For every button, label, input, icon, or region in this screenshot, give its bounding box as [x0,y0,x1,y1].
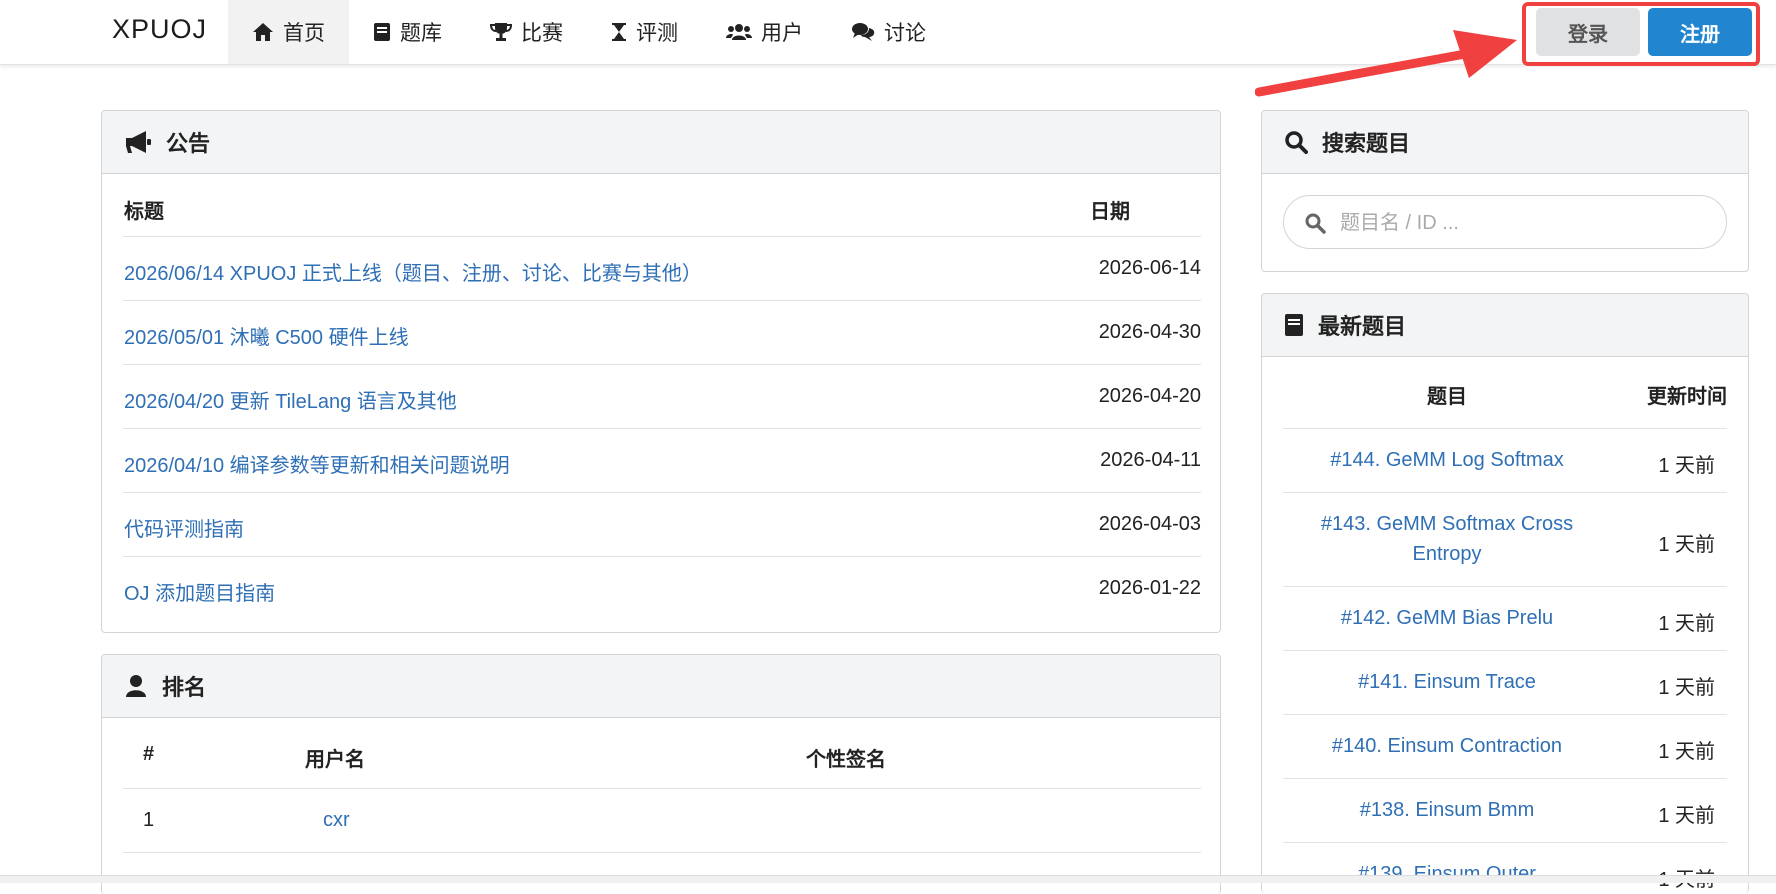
trophy-icon [490,23,512,41]
announcement-link[interactable]: 2026/04/10 编译参数等更新和相关问题说明 [124,449,510,478]
latest-problems-header: 最新题目 [1262,294,1748,357]
col-title-header: 标题 [124,201,164,223]
nav-contests-label: 比赛 [521,22,563,45]
problem-update-time: 1 天前 [1658,534,1715,556]
problem-link[interactable]: #140. Einsum Contraction [1283,735,1611,758]
nav-contests[interactable]: 比赛 [466,0,587,64]
search-input[interactable] [1338,208,1712,238]
latest-problems-panel: 最新题目 题目 更新时间 #144. GeMM Log Softmax 1 天前… [1261,293,1749,893]
announcement-date: 2026-06-14 [1098,257,1201,279]
table-row: #139. Einsum Outer 1 天前 [1283,843,1727,893]
rank-number: 1 [143,809,155,831]
book-icon [374,23,390,41]
hourglass-icon [612,23,626,41]
nav-submissions[interactable]: 评测 [587,0,702,64]
latest-problems-table: 题目 更新时间 #144. GeMM Log Softmax 1 天前 #143… [1283,356,1727,893]
nav-home[interactable]: 首页 [228,0,349,64]
search-input-icon [1305,213,1326,234]
table-row: 2026/06/14 XPUOJ 正式上线（题目、注册、讨论、比赛与其他） 20… [123,237,1201,301]
search-panel: 搜索题目 [1261,110,1749,272]
announcement-link[interactable]: 2026/06/14 XPUOJ 正式上线（题目、注册、讨论、比赛与其他） [124,257,702,286]
annotation-arrow-icon [1255,30,1517,97]
table-row: 1 cxr [123,789,1201,853]
problem-update-time: 1 天前 [1658,741,1715,763]
ranking-table: # 用户名 个性签名 1 cxr [123,717,1201,894]
bullhorn-icon [126,131,151,153]
announcement-table: 标题 日期 2026/06/14 XPUOJ 正式上线（题目、注册、讨论、比赛与… [123,173,1201,632]
table-row: #138. Einsum Bmm 1 天前 [1283,779,1727,843]
book-icon [1285,314,1303,336]
search-field[interactable] [1283,195,1727,249]
announcement-title: 公告 [166,131,211,156]
nav-problems-label: 题库 [400,22,442,45]
announcement-date: 2026-04-30 [1098,321,1201,343]
ranking-username-link[interactable]: cxr [323,809,350,832]
announcement-panel: 公告 标题 日期 2026/06/14 XPUOJ 正式上线（题目、注册、讨论、… [101,110,1221,633]
problem-update-time: 1 天前 [1658,805,1715,827]
col-problem-header: 题目 [1427,386,1467,408]
nav-users[interactable]: 用户 [702,0,827,64]
announcement-link[interactable]: 2026/05/01 沐曦 C500 硬件上线 [124,321,409,350]
announcement-header: 公告 [102,111,1220,174]
table-header-row: 标题 日期 [123,173,1201,237]
search-title: 搜索题目 [1322,131,1411,156]
col-user-header: 用户名 [305,749,365,771]
nav-discussion[interactable]: 讨论 [827,0,950,64]
col-rank-header: # [143,743,155,765]
latest-problems-title: 最新题目 [1318,314,1407,339]
main-menu: 首页 题库 比赛 评测 用户 讨论 [228,0,950,64]
comments-icon [852,23,875,41]
col-date-header: 日期 [1090,201,1130,223]
problem-link[interactable]: #142. GeMM Bias Prelu [1283,607,1611,630]
table-header-row: # 用户名 个性签名 [123,717,1201,789]
announcement-date: 2026-04-03 [1098,513,1201,535]
announcement-date: 2026-04-20 [1098,385,1201,407]
ranking-header: 排名 [102,655,1220,718]
table-row: #141. Einsum Trace 1 天前 [1283,651,1727,715]
table-row: OJ 添加题目指南 2026-01-22 [123,557,1201,621]
problem-link[interactable]: #141. Einsum Trace [1283,671,1611,694]
search-header: 搜索题目 [1262,111,1748,174]
table-row: 代码评测指南 2026-04-03 [123,493,1201,557]
announcement-date: 2026-01-22 [1098,577,1201,599]
problem-update-time: 1 天前 [1658,677,1715,699]
problem-link[interactable]: #143. GeMM Softmax Cross Entropy [1307,509,1587,569]
table-row: #143. GeMM Softmax Cross Entropy 1 天前 [1283,493,1727,587]
problem-update-time: 1 天前 [1658,613,1715,635]
home-icon [253,23,273,41]
announcement-date: 2026-04-11 [1100,449,1201,471]
ranking-title: 排名 [162,675,207,700]
problem-update-time: 1 天前 [1658,455,1715,477]
col-sign-header: 个性签名 [806,749,886,771]
problem-link[interactable]: #144. GeMM Log Softmax [1283,449,1611,472]
search-icon [1285,131,1308,154]
user-icon [126,675,146,697]
table-row: #142. GeMM Bias Prelu 1 天前 [1283,587,1727,651]
problem-link[interactable]: #138. Einsum Bmm [1283,799,1611,822]
announcement-link[interactable]: OJ 添加题目指南 [124,577,275,606]
nav-submissions-label: 评测 [636,22,678,45]
users-icon [726,24,752,40]
col-time-header: 更新时间 [1647,386,1727,408]
table-row: #144. GeMM Log Softmax 1 天前 [1283,429,1727,493]
table-row: #140. Einsum Contraction 1 天前 [1283,715,1727,779]
nav-users-label: 用户 [761,22,803,45]
table-row: 2026/04/20 更新 TileLang 语言及其他 2026-04-20 [123,365,1201,429]
nav-discussion-label: 讨论 [884,22,926,45]
nav-home-label: 首页 [283,22,325,45]
highlight-box [1522,2,1760,66]
brand-logo[interactable]: XPUOJ [112,14,207,45]
nav-problems[interactable]: 题库 [349,0,466,64]
table-header-row: 题目 更新时间 [1283,356,1727,429]
ranking-panel: 排名 # 用户名 个性签名 1 cxr [101,654,1221,894]
announcement-link[interactable]: 代码评测指南 [124,513,244,542]
table-row: 2026/04/10 编译参数等更新和相关问题说明 2026-04-11 [123,429,1201,493]
table-row: 2026/05/01 沐曦 C500 硬件上线 2026-04-30 [123,301,1201,365]
announcement-link[interactable]: 2026/04/20 更新 TileLang 语言及其他 [124,385,457,414]
